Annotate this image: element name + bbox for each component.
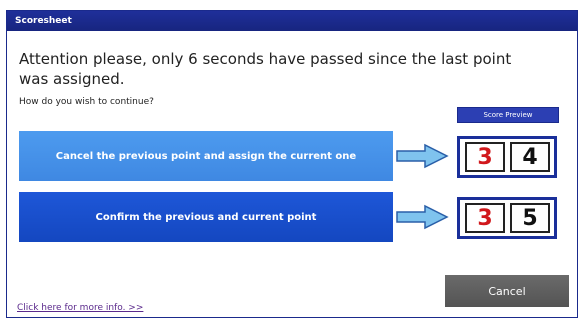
score-right: 5 <box>510 203 550 233</box>
cancel-button[interactable]: Cancel <box>445 275 569 307</box>
continue-question: How do you wish to continue? <box>19 97 154 107</box>
cancel-previous-point-button[interactable]: Cancel the previous point and assign the… <box>19 131 393 181</box>
attention-message: Attention please, only 6 seconds have pa… <box>19 50 512 88</box>
score-preview-confirm-option: 3 5 <box>457 197 557 239</box>
score-right: 4 <box>510 142 550 172</box>
window-title: Scoresheet <box>7 11 577 31</box>
score-left: 3 <box>465 203 505 233</box>
score-preview-cancel-option: 3 4 <box>457 136 557 178</box>
right-arrow-icon <box>396 204 449 230</box>
right-arrow-icon <box>396 143 449 169</box>
confirm-points-button[interactable]: Confirm the previous and current point <box>19 192 393 242</box>
scoresheet-dialog: Scoresheet Attention please, only 6 seco… <box>6 10 578 318</box>
more-info-link[interactable]: Click here for more info. >> <box>17 303 143 313</box>
score-left: 3 <box>465 142 505 172</box>
score-preview-label: Score Preview <box>457 107 559 123</box>
